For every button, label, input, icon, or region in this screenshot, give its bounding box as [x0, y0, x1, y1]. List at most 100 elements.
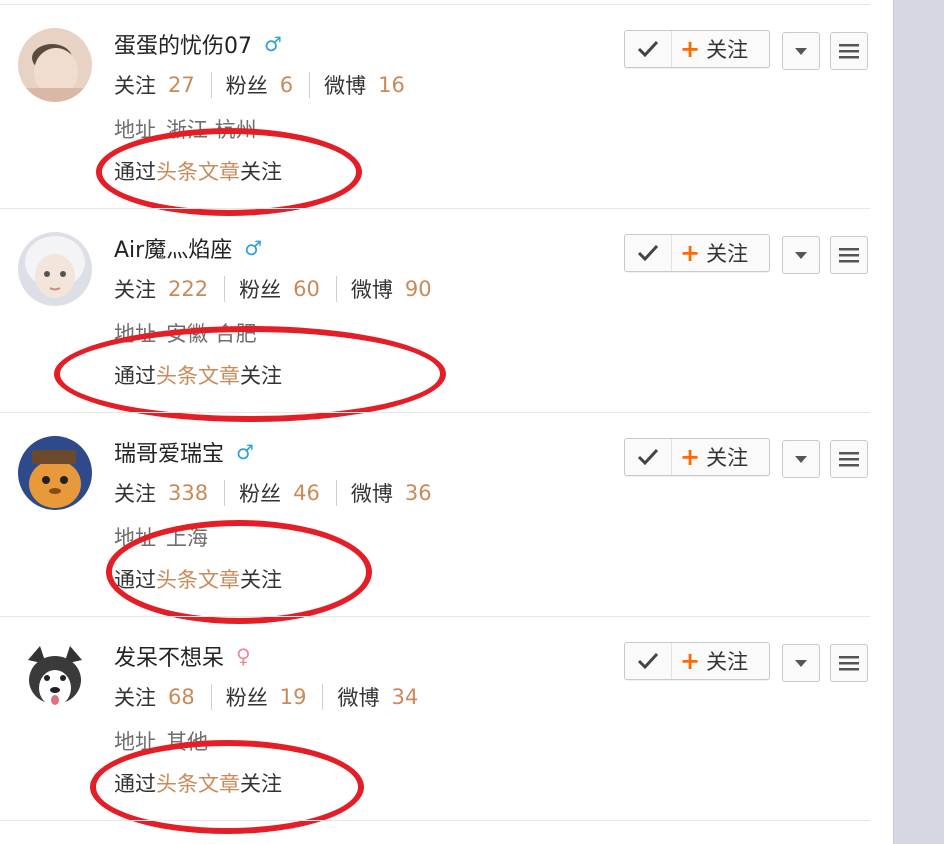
user-name[interactable]: 蛋蛋的忧伤07: [114, 28, 252, 60]
user-stats: 关注 222 粉丝 60 微博 90: [114, 274, 432, 304]
source-link[interactable]: 头条文章: [156, 568, 240, 592]
fans-label: 粉丝: [225, 686, 268, 710]
address-value: 其他: [166, 730, 208, 754]
source-link[interactable]: 头条文章: [156, 364, 240, 388]
address-value: 浙江 杭州: [166, 118, 257, 142]
follow-source: 通过头条文章关注: [114, 156, 282, 186]
follow-button[interactable]: + 关注: [672, 238, 748, 268]
divider: [210, 72, 212, 98]
divider: [224, 480, 226, 506]
female-icon: ♀: [236, 644, 251, 668]
source-suffix: 关注: [240, 364, 282, 388]
fans-count[interactable]: 46: [293, 481, 320, 505]
follow-label: 关注: [706, 650, 749, 674]
following-count[interactable]: 27: [168, 73, 195, 97]
avatar[interactable]: [18, 232, 92, 306]
check-icon[interactable]: [625, 643, 672, 679]
menu-button[interactable]: [830, 236, 868, 274]
hamburger-icon: [839, 656, 859, 671]
avatar[interactable]: [18, 28, 92, 102]
follow-button[interactable]: + 关注: [672, 442, 748, 472]
following-label: 关注: [114, 686, 156, 710]
weibo-label: 微博: [324, 74, 367, 98]
follow-button[interactable]: + 关注: [672, 646, 748, 676]
chevron-down-icon: [795, 456, 807, 463]
user-address: 地址 上海: [114, 522, 208, 552]
fans-label: 粉丝: [239, 482, 282, 506]
scrollbar-track[interactable]: [893, 0, 944, 844]
chevron-down-icon: [795, 48, 807, 55]
plus-icon: +: [680, 647, 701, 675]
chevron-down-icon: [795, 660, 807, 667]
user-stats: 关注 338 粉丝 46 微博 36: [114, 478, 432, 508]
source-prefix: 通过: [114, 160, 156, 184]
source-prefix: 通过: [114, 568, 156, 592]
address-label: 地址: [114, 118, 156, 142]
weibo-count[interactable]: 36: [405, 481, 432, 505]
weibo-count[interactable]: 16: [378, 73, 405, 97]
following-count[interactable]: 222: [168, 277, 208, 301]
follow-button-group: + 关注: [624, 234, 770, 272]
fans-count[interactable]: 60: [293, 277, 320, 301]
dropdown-button[interactable]: [782, 644, 820, 682]
follow-button-group: + 关注: [624, 30, 770, 68]
male-icon: ♂: [236, 440, 254, 464]
fans-label: 粉丝: [239, 278, 282, 302]
address-value: 安徽 合肥: [166, 322, 257, 346]
user-name[interactable]: Air魔灬焰座: [114, 232, 232, 264]
avatar[interactable]: [18, 640, 92, 714]
user-name-row: 发呆不想呆 ♀: [114, 640, 251, 672]
address-label: 地址: [114, 526, 156, 550]
source-link[interactable]: 头条文章: [156, 160, 240, 184]
user-name-row: 瑞哥爱瑞宝 ♂: [114, 436, 254, 468]
user-name[interactable]: 发呆不想呆: [114, 640, 224, 672]
chevron-down-icon: [795, 252, 807, 259]
fans-count[interactable]: 19: [280, 685, 307, 709]
user-address: 地址 安徽 合肥: [114, 318, 257, 348]
user-name[interactable]: 瑞哥爱瑞宝: [114, 436, 224, 468]
following-count[interactable]: 68: [168, 685, 195, 709]
follow-label: 关注: [706, 446, 749, 470]
divider: [224, 276, 226, 302]
menu-button[interactable]: [830, 32, 868, 70]
weibo-count[interactable]: 34: [391, 685, 418, 709]
divider: [322, 684, 324, 710]
menu-button[interactable]: [830, 440, 868, 478]
male-icon: ♂: [244, 236, 263, 260]
avatar[interactable]: [18, 436, 92, 510]
divider: [210, 684, 212, 710]
fans-label: 粉丝: [225, 74, 268, 98]
address-label: 地址: [114, 730, 156, 754]
weibo-count[interactable]: 90: [405, 277, 432, 301]
check-icon[interactable]: [625, 31, 672, 67]
divider: [309, 72, 311, 98]
dropdown-button[interactable]: [782, 236, 820, 274]
list-item: 发呆不想呆 ♀ 关注 68 粉丝 19 微博 34 地址 其他 通过头条文章关注…: [0, 616, 893, 834]
check-icon[interactable]: [625, 235, 672, 271]
follow-button[interactable]: + 关注: [672, 34, 748, 64]
user-name-row: Air魔灬焰座 ♂: [114, 232, 262, 264]
hamburger-icon: [839, 44, 859, 59]
male-icon: ♂: [264, 32, 282, 56]
menu-button[interactable]: [830, 644, 868, 682]
source-prefix: 通过: [114, 364, 156, 388]
dropdown-button[interactable]: [782, 32, 820, 70]
source-suffix: 关注: [240, 772, 282, 796]
fans-count[interactable]: 6: [280, 73, 293, 97]
follower-list: 蛋蛋的忧伤07 ♂ 关注 27 粉丝 6 微博 16 地址 浙江 杭州 通过头条…: [0, 0, 893, 844]
list-item: 蛋蛋的忧伤07 ♂ 关注 27 粉丝 6 微博 16 地址 浙江 杭州 通过头条…: [0, 4, 893, 216]
address-label: 地址: [114, 322, 156, 346]
follow-button-group: + 关注: [624, 642, 770, 680]
source-link[interactable]: 头条文章: [156, 772, 240, 796]
dropdown-button[interactable]: [782, 440, 820, 478]
following-count[interactable]: 338: [168, 481, 208, 505]
plus-icon: +: [680, 239, 701, 267]
check-icon[interactable]: [625, 439, 672, 475]
weibo-label: 微博: [337, 686, 380, 710]
follow-label: 关注: [706, 242, 749, 266]
following-label: 关注: [114, 482, 156, 506]
plus-icon: +: [680, 443, 701, 471]
divider: [0, 820, 870, 821]
source-suffix: 关注: [240, 160, 282, 184]
user-stats: 关注 68 粉丝 19 微博 34: [114, 682, 418, 712]
